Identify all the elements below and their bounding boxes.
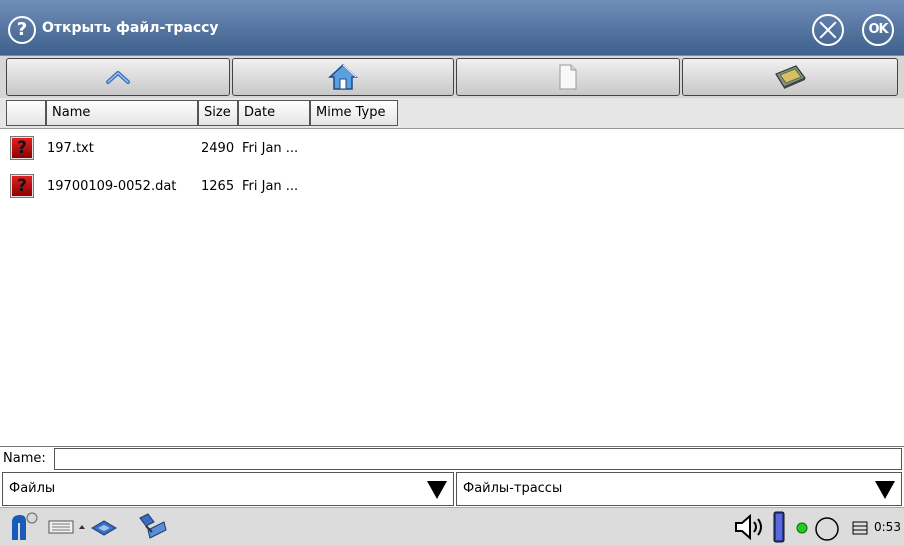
menu-list-icon[interactable] (852, 520, 868, 536)
column-header-mime-type[interactable]: Mime Type (310, 100, 398, 126)
speaker-icon[interactable] (734, 514, 766, 540)
location-combo-value: Файлы (9, 481, 56, 496)
file-date: Fri Jan ... (242, 179, 299, 194)
satellite-icon[interactable] (134, 512, 168, 542)
table-header: Name Size Date Mime Type (0, 98, 904, 129)
column-header-icon[interactable] (6, 100, 46, 126)
column-header-date[interactable]: Date (238, 100, 310, 126)
title-bar: ? Открыть файл-трассу OK (0, 0, 904, 55)
name-row: Name: (0, 446, 904, 471)
unknown-file-icon: ? (10, 174, 34, 198)
home-button[interactable] (232, 58, 454, 96)
network-icon[interactable] (90, 518, 118, 538)
file-list[interactable]: ? 197.txt 2490 Fri Jan ... ? 19700109-00… (0, 129, 904, 445)
window-title: Открыть файл-трассу (42, 20, 219, 36)
dropdown-arrow-icon[interactable] (875, 481, 895, 499)
dropdown-arrow-icon[interactable] (427, 481, 447, 499)
new-file-button[interactable] (456, 58, 680, 96)
file-size: 1265 (201, 179, 235, 194)
file-name: 197.txt (47, 141, 94, 156)
power-circle-icon[interactable] (814, 516, 840, 542)
file-size: 2490 (201, 141, 235, 156)
card-icon (775, 65, 806, 89)
file-name: 19700109-0052.dat (47, 179, 177, 194)
keyboard-icon[interactable] (48, 520, 74, 534)
home-icon (328, 63, 358, 90)
file-date: Fri Jan ... (242, 141, 299, 156)
status-led-icon (796, 522, 808, 534)
clock: 0:53 (874, 520, 901, 534)
column-header-size[interactable]: Size (198, 100, 238, 126)
battery-icon (773, 511, 785, 543)
location-combo[interactable]: Файлы (2, 472, 454, 506)
table-row[interactable]: ? 197.txt 2490 Fri Jan ... (0, 133, 904, 165)
new-file-icon (559, 64, 577, 90)
card-button[interactable] (682, 58, 898, 96)
filter-combo-value: Файлы-трассы (463, 481, 563, 496)
unknown-file-icon: ? (10, 136, 34, 160)
up-button[interactable] (6, 58, 230, 96)
taskbar: 0:53 (0, 507, 904, 546)
name-label: Name: (3, 451, 46, 466)
toolbar (0, 55, 904, 98)
help-icon[interactable]: ? (8, 16, 36, 44)
filter-combo[interactable]: Файлы-трассы (456, 472, 902, 506)
start-menu-icon[interactable] (6, 512, 40, 542)
name-field[interactable] (54, 448, 902, 470)
up-arrow-icon (106, 71, 130, 84)
chevron-up-icon[interactable] (78, 524, 86, 530)
column-header-name[interactable]: Name (46, 100, 198, 126)
ok-button[interactable]: OK (862, 14, 894, 46)
close-icon[interactable] (812, 14, 844, 46)
table-row[interactable]: ? 19700109-0052.dat 1265 Fri Jan ... (0, 171, 904, 203)
